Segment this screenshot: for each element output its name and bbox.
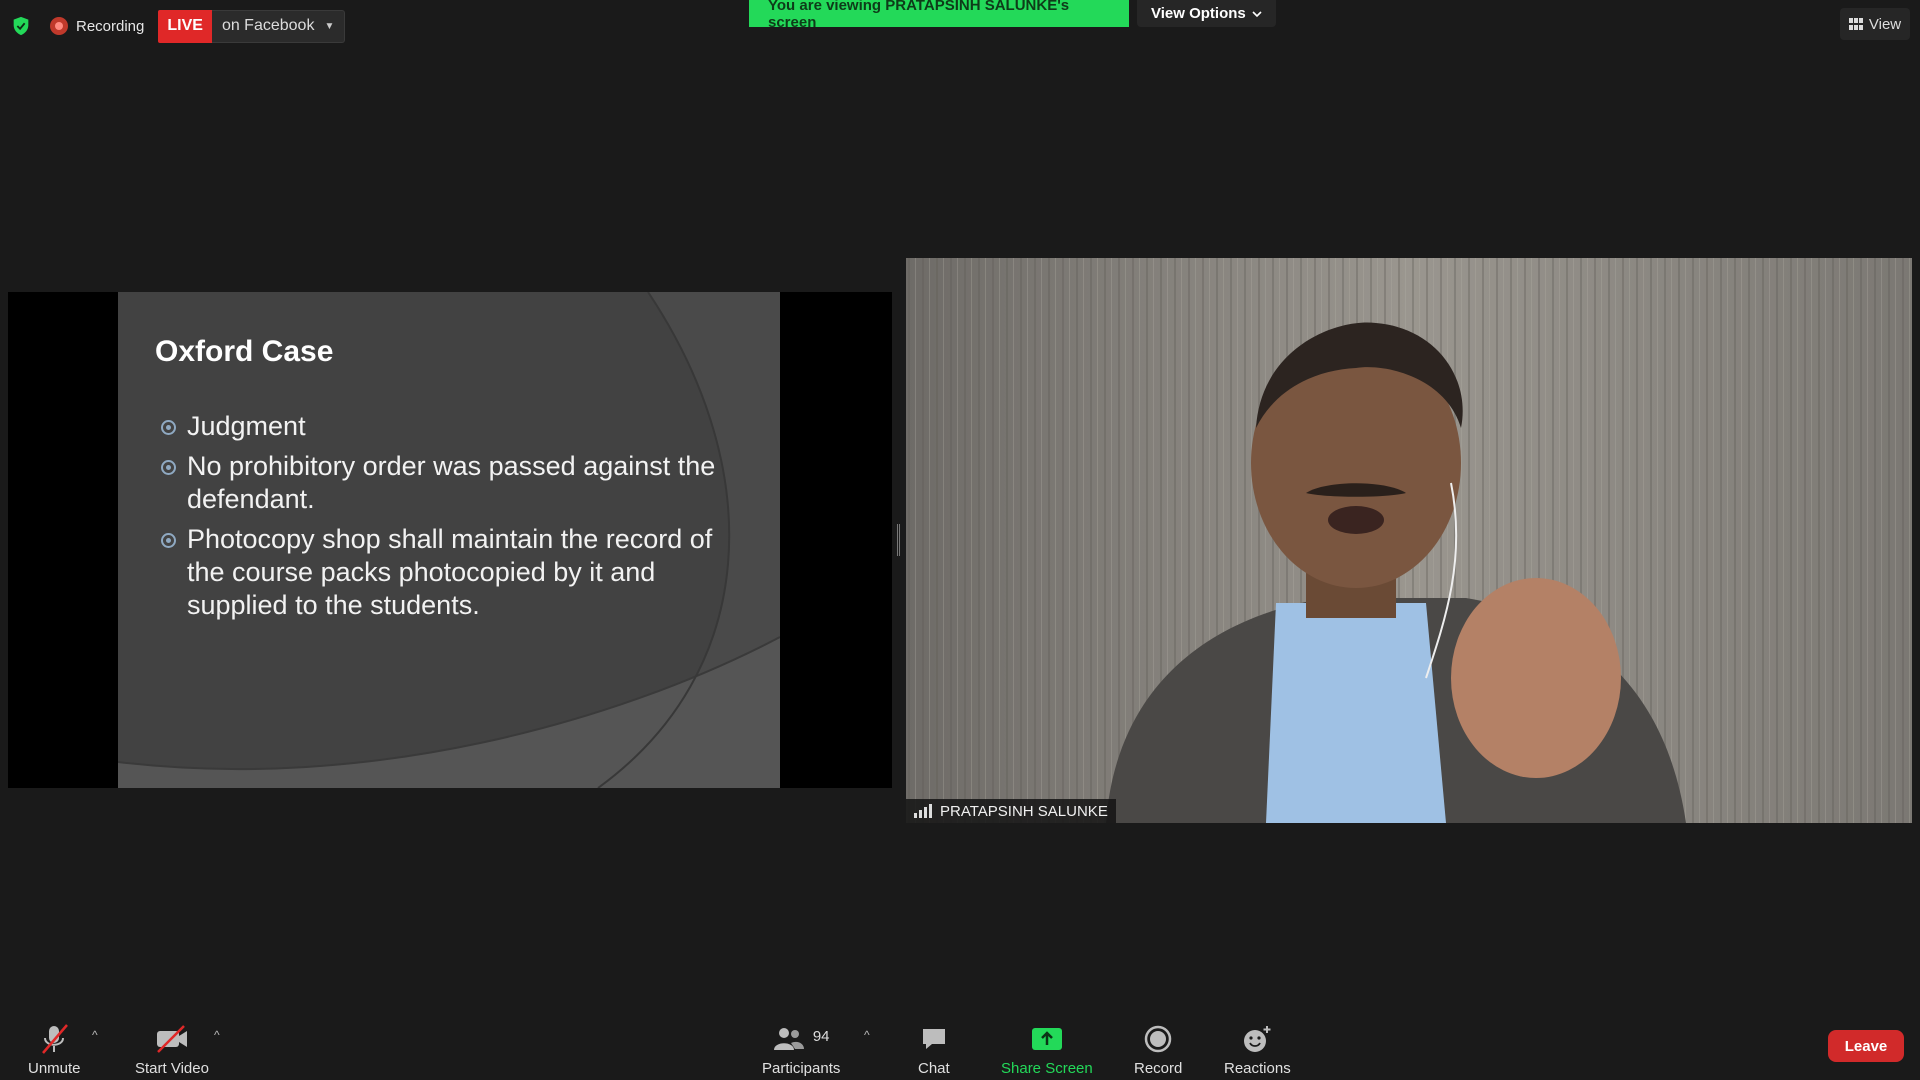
participant-video-feed xyxy=(906,258,1912,823)
slide-bullet: Photocopy shop shall maintain the record… xyxy=(161,523,751,622)
bullet-icon xyxy=(161,420,176,435)
panel-resize-handle[interactable] xyxy=(897,524,900,556)
start-video-button[interactable]: Start Video xyxy=(135,1022,209,1077)
mic-muted-icon xyxy=(42,1024,69,1054)
reactions-icon xyxy=(1244,1026,1271,1052)
presentation-slide: Oxford Case Judgment No prohibitory orde… xyxy=(118,292,780,788)
view-label: View xyxy=(1868,15,1902,33)
bullet-text: Judgment xyxy=(187,411,306,441)
video-options-caret-icon[interactable]: ^ xyxy=(214,1028,220,1042)
chevron-down-icon xyxy=(1252,10,1262,17)
reactions-button[interactable]: Reactions xyxy=(1224,1022,1291,1077)
audio-options-caret-icon[interactable]: ^ xyxy=(92,1028,98,1042)
live-badge: LIVE xyxy=(158,9,212,43)
share-screen-icon xyxy=(1031,1028,1062,1050)
video-off-icon xyxy=(156,1025,187,1053)
live-destination-label: on Facebook xyxy=(221,17,315,34)
view-options-label: View Options xyxy=(1151,5,1246,22)
bullet-text: Photocopy shop shall maintain the record… xyxy=(187,524,713,620)
participants-count: 94 xyxy=(812,1027,830,1045)
chat-icon xyxy=(922,1029,945,1049)
share-screen-label: Share Screen xyxy=(1001,1060,1093,1077)
participants-icon xyxy=(773,1028,804,1050)
bullet-icon xyxy=(161,533,176,548)
live-destination-dropdown[interactable]: on Facebook ▼ xyxy=(211,9,346,43)
participant-name-tag: PRATAPSINH SALUNKE xyxy=(906,799,1116,823)
unmute-label: Unmute xyxy=(28,1060,81,1077)
viewing-banner-text: You are viewing PRATAPSINH SALUNKE's scr… xyxy=(749,0,1129,31)
chat-button[interactable]: Chat xyxy=(918,1022,950,1077)
recording-icon xyxy=(50,17,68,35)
bullet-icon xyxy=(161,460,176,475)
live-stream-indicator[interactable]: LIVE on Facebook ▼ xyxy=(158,9,346,43)
participants-button[interactable]: 94 Participants xyxy=(762,1022,841,1078)
share-screen-button[interactable]: Share Screen xyxy=(1001,1022,1093,1077)
signal-icon xyxy=(914,804,932,818)
unmute-button[interactable]: Unmute xyxy=(28,1022,81,1077)
grid-icon xyxy=(1848,18,1863,30)
slide-bullet: No prohibitory order was passed against … xyxy=(161,450,751,516)
view-options-button[interactable]: View Options xyxy=(1137,0,1276,27)
slide-bullet: Judgment xyxy=(161,410,751,443)
record-label: Record xyxy=(1134,1060,1183,1077)
participant-video-tile[interactable]: PRATAPSINH SALUNKE xyxy=(906,258,1912,823)
leave-button[interactable]: Leave xyxy=(1828,1030,1904,1062)
meeting-status-bar: Recording LIVE on Facebook ▼ xyxy=(10,9,346,43)
record-button[interactable]: Record xyxy=(1134,1022,1182,1077)
shield-icon[interactable] xyxy=(10,15,32,37)
view-layout-button[interactable]: View xyxy=(1840,8,1910,40)
meeting-toolbar: Unmute ^ Start Video ^ 94 Participants ^ xyxy=(0,1008,1920,1080)
record-icon xyxy=(1144,1025,1172,1053)
start-video-label: Start Video xyxy=(135,1060,209,1077)
reactions-label: Reactions xyxy=(1224,1060,1291,1077)
recording-indicator[interactable]: Recording xyxy=(50,17,144,35)
chat-label: Chat xyxy=(918,1060,950,1077)
shared-screen[interactable]: Oxford Case Judgment No prohibitory orde… xyxy=(8,292,892,788)
viewing-banner: You are viewing PRATAPSINH SALUNKE's scr… xyxy=(749,0,1276,31)
slide-bullet-list: Judgment No prohibitory order was passed… xyxy=(161,410,751,629)
bullet-text: No prohibitory order was passed against … xyxy=(187,451,716,514)
participants-options-caret-icon[interactable]: ^ xyxy=(864,1028,870,1042)
slide-title: Oxford Case xyxy=(155,335,334,368)
participant-name: PRATAPSINH SALUNKE xyxy=(940,802,1108,820)
caret-down-icon: ▼ xyxy=(324,20,335,32)
participants-label: Participants xyxy=(762,1060,841,1077)
recording-label: Recording xyxy=(76,17,145,35)
